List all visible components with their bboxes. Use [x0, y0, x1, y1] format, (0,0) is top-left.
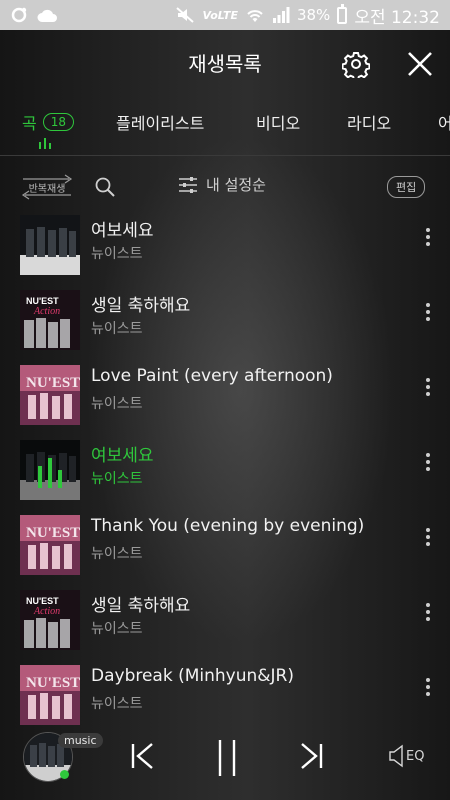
more-options-button[interactable] [418, 599, 438, 625]
album-art: NU'EST Action [20, 290, 80, 350]
close-icon [408, 52, 432, 76]
tab-video[interactable]: 비디오 [256, 110, 300, 134]
track-title: Love Paint (every afternoon) [91, 366, 333, 386]
track-row-now-playing[interactable]: 여보세요 뉴이스트 [0, 435, 450, 510]
now-playing-indicator [60, 770, 69, 779]
more-options-button[interactable] [418, 524, 438, 550]
track-row[interactable]: NU'EST Thank You (evening by evening) 뉴이… [0, 510, 450, 585]
svg-text:NU'EST: NU'EST [26, 675, 80, 691]
track-row[interactable]: 여보세요 뉴이스트 [0, 210, 450, 285]
track-row[interactable]: NU'EST Action 생일 축하해요 뉴이스트 [0, 585, 450, 660]
track-list: 여보세요 뉴이스트 NU'EST Action 생일 축하해요 뉴이스트 NU'E… [0, 210, 450, 735]
tab-divider [0, 155, 450, 156]
svg-text:NU'EST: NU'EST [26, 375, 80, 391]
next-button[interactable] [296, 740, 324, 776]
pause-button[interactable] [214, 738, 240, 782]
track-row[interactable]: NU'EST Love Paint (every afternoon) 뉴이스트 [0, 360, 450, 435]
track-artist: 뉴이스트 [91, 246, 143, 262]
battery-percent: 38% [296, 6, 331, 24]
gear-icon [342, 52, 370, 78]
track-artist: 뉴이스트 [91, 621, 143, 637]
sort-button[interactable]: 내 설정순 [178, 174, 266, 195]
tab-radio[interactable]: 라디오 [347, 110, 391, 134]
page-title: 재생목록 [188, 52, 262, 76]
close-button[interactable] [402, 46, 438, 82]
track-title: Thank You (evening by evening) [91, 516, 365, 536]
signal-icon [272, 7, 290, 23]
search-icon [95, 177, 115, 197]
battery-icon [337, 3, 348, 24]
track-title: 생일 축하해요 [91, 296, 191, 316]
header: 재생목록 [0, 30, 450, 96]
mini-player: music EQ [0, 720, 450, 800]
eq-label: EQ [406, 748, 425, 764]
speaker-icon [389, 744, 403, 768]
album-art [20, 215, 80, 275]
tab-songs-label: 곡 [22, 114, 37, 133]
album-art: NU'EST [20, 665, 80, 725]
previous-button[interactable] [130, 740, 158, 776]
mute-icon [176, 7, 195, 23]
track-row[interactable]: NU'EST Action 생일 축하해요 뉴이스트 [0, 285, 450, 360]
svg-text:NU'EST: NU'EST [26, 525, 80, 541]
track-artist: 뉴이스트 [91, 396, 143, 412]
svg-text:NU'EST: NU'EST [26, 596, 59, 606]
app-notification-icon [11, 7, 27, 23]
more-options-button[interactable] [418, 449, 438, 475]
track-artist: 뉴이스트 [91, 696, 143, 712]
track-title: 여보세요 [91, 221, 154, 241]
edit-button[interactable]: 편집 [387, 176, 426, 198]
sort-label: 내 설정순 [206, 176, 266, 194]
repeat-label: 반복재생 [28, 183, 66, 195]
more-options-button[interactable] [418, 299, 438, 325]
more-options-button[interactable] [418, 674, 438, 700]
status-bar: VoLTE 38% 오전 12:32 [0, 0, 450, 30]
tab-more[interactable]: 어 [438, 110, 450, 134]
cloud-icon [37, 9, 57, 22]
tab-songs[interactable]: 곡 18 [22, 110, 75, 134]
track-artist: 뉴이스트 [91, 321, 143, 337]
song-count-badge: 18 [42, 113, 75, 131]
repeat-button[interactable]: 반복재생 [20, 174, 74, 200]
album-art [20, 440, 80, 500]
list-toolbar: 반복재생 내 설정순 편집 [0, 168, 450, 208]
status-left [10, 6, 58, 24]
wifi-icon [247, 10, 263, 22]
search-button[interactable] [94, 176, 116, 198]
tab-playlist[interactable]: 플레이리스트 [116, 110, 204, 134]
next-icon [301, 743, 323, 769]
sliders-icon [179, 176, 197, 193]
eq-button[interactable]: EQ [388, 744, 424, 768]
album-art: NU'EST [20, 365, 80, 425]
album-art: NU'EST [20, 515, 80, 575]
track-title: 여보세요 [91, 446, 154, 466]
pause-icon [218, 740, 236, 776]
previous-icon [131, 743, 153, 769]
playlist-screen: VoLTE 38% 오전 12:32 재생목록 곡 18 플레이리스트 비디오 … [0, 0, 450, 800]
more-options-button[interactable] [418, 224, 438, 250]
clock: 오전 12:32 [354, 7, 440, 28]
svg-text:Action: Action [33, 306, 60, 317]
svg-text:NU'EST: NU'EST [26, 296, 59, 306]
track-artist: 뉴이스트 [91, 471, 143, 487]
volte-indicator: VoLTE [202, 8, 238, 22]
more-options-button[interactable] [418, 374, 438, 400]
source-label: music [58, 733, 103, 748]
tab-bar: 곡 18 플레이리스트 비디오 라디오 어 [0, 100, 450, 156]
settings-button[interactable] [340, 48, 372, 80]
track-title: Daybreak (Minhyun&JR) [91, 666, 294, 686]
now-playing-bars-icon [39, 138, 51, 149]
track-artist: 뉴이스트 [91, 546, 143, 562]
status-right: VoLTE 38% 오전 12:32 [175, 3, 440, 28]
svg-text:Action: Action [33, 606, 60, 617]
album-art: NU'EST Action [20, 590, 80, 650]
track-title: 생일 축하해요 [91, 596, 191, 616]
